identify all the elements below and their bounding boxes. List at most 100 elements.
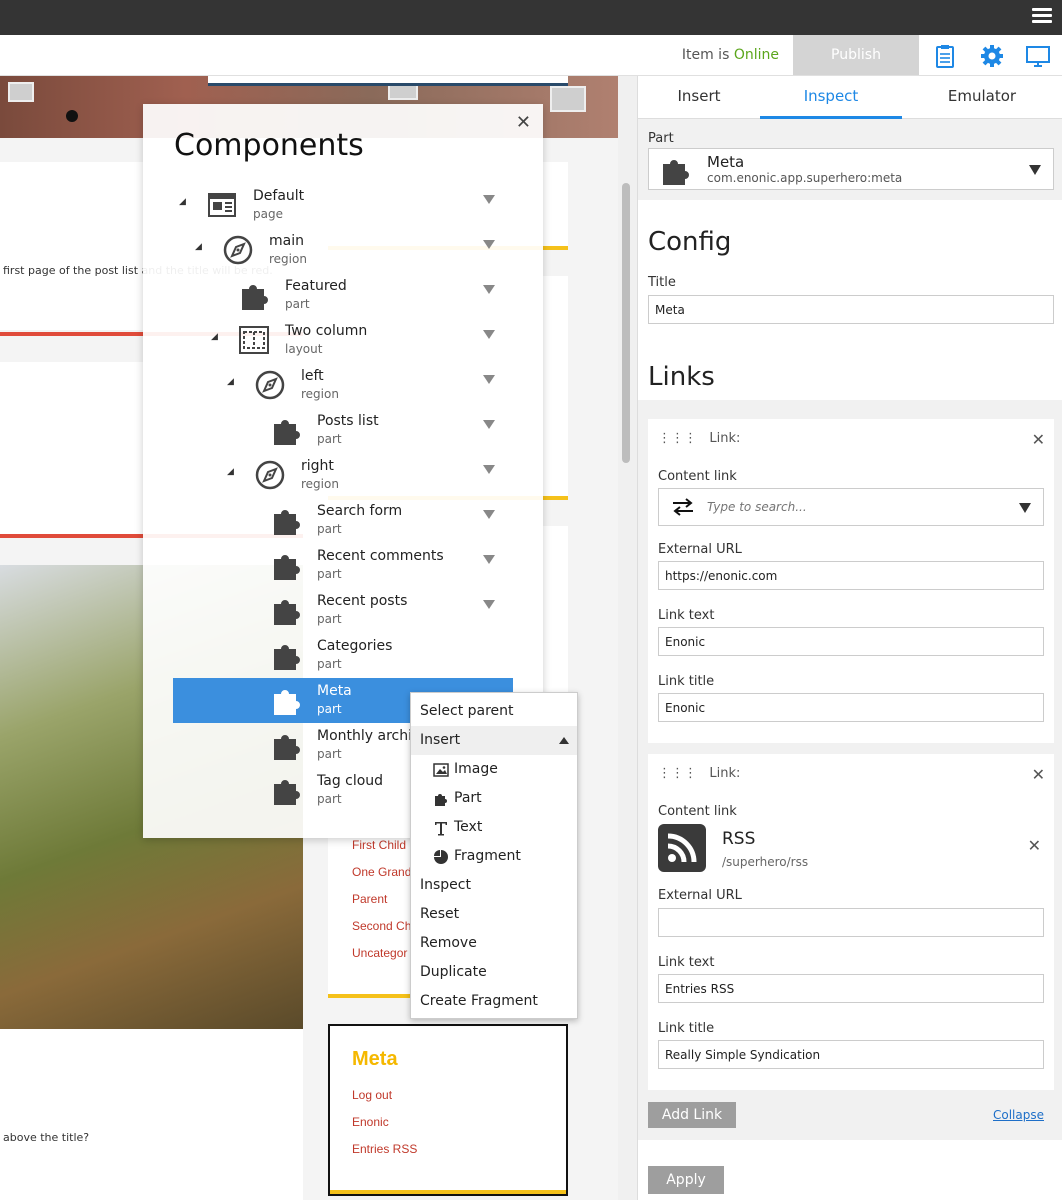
node-type: page	[253, 207, 283, 221]
context-menu-item-select-parent[interactable]: Select parent	[411, 697, 577, 726]
tree-node-main[interactable]: ◢ main region	[173, 228, 513, 273]
category-link[interactable]: One Grand	[352, 865, 411, 879]
meta-widget-title: Meta	[352, 1048, 398, 1070]
puzzle-icon	[274, 645, 300, 670]
drag-handle-icon[interactable]: ⋮⋮⋮	[658, 431, 697, 446]
title-input[interactable]	[648, 295, 1054, 324]
link-card-header[interactable]: ⋮⋮⋮ Link:	[658, 431, 740, 446]
tree-node-featured[interactable]: Featured part	[173, 273, 513, 318]
context-menu-item-create-fragment[interactable]: Create Fragment	[411, 987, 577, 1016]
context-menu-label: Select parent	[420, 703, 514, 719]
node-menu-caret-icon[interactable]	[483, 330, 495, 339]
tab-emulator[interactable]: Emulator	[902, 76, 1062, 119]
node-menu-caret-icon[interactable]	[483, 465, 495, 474]
gear-icon[interactable]	[980, 44, 1004, 68]
meta-link-entries-rss[interactable]: Entries RSS	[352, 1142, 417, 1156]
preview-scrollbar-thumb[interactable]	[622, 183, 630, 463]
node-menu-caret-icon[interactable]	[483, 555, 495, 564]
meta-link-logout[interactable]: Log out	[352, 1088, 392, 1102]
expand-toggle-icon[interactable]: ◢	[227, 467, 234, 477]
category-link[interactable]: Uncategor	[352, 946, 407, 960]
category-link[interactable]: First Child	[352, 838, 406, 852]
node-menu-caret-icon[interactable]	[483, 240, 495, 249]
tree-node-two-column[interactable]: ◢ Two column layout	[173, 318, 513, 363]
rss-icon	[658, 824, 706, 872]
drag-handle-icon[interactable]: ⋮⋮⋮	[658, 766, 697, 781]
clipboard-icon[interactable]	[933, 44, 957, 68]
expand-toggle-icon[interactable]: ◢	[179, 197, 186, 207]
page-layout-icon	[208, 193, 236, 217]
tree-node-recent-posts[interactable]: Recent posts part	[173, 588, 513, 633]
tree-node-posts-list[interactable]: Posts list part	[173, 408, 513, 453]
context-menu-item-part[interactable]: Part	[411, 784, 577, 813]
context-menu-item-fragment[interactable]: Fragment	[411, 842, 577, 871]
link-text-input[interactable]	[658, 627, 1044, 656]
expand-toggle-icon[interactable]: ◢	[195, 242, 202, 252]
category-link[interactable]: Second Ch	[352, 919, 411, 933]
close-icon[interactable]: ✕	[1032, 430, 1045, 449]
puzzle-icon	[435, 794, 447, 806]
category-link[interactable]: Parent	[352, 892, 387, 906]
link-title-input[interactable]	[658, 693, 1044, 722]
add-link-button[interactable]: Add Link	[648, 1102, 736, 1128]
link-title-input[interactable]	[658, 1040, 1044, 1069]
publish-button[interactable]: Publish	[793, 35, 919, 75]
link-header-label: Link:	[709, 431, 741, 446]
node-name: Meta	[317, 683, 352, 699]
meta-link-enonic[interactable]: Enonic	[352, 1115, 389, 1129]
hamburger-menu-icon[interactable]	[1032, 8, 1052, 24]
slider-dot[interactable]	[66, 110, 78, 122]
context-menu: Select parent Insert Image Part Text Fragment…	[410, 692, 578, 1019]
meta-widget[interactable]: Meta Log out Enonic Entries RSS	[328, 1024, 568, 1196]
collapse-link[interactable]: Collapse	[993, 1108, 1044, 1122]
close-icon[interactable]: ✕	[516, 112, 531, 133]
node-type: part	[317, 702, 342, 716]
context-menu-label: Inspect	[420, 877, 471, 893]
link-card-header[interactable]: ⋮⋮⋮ Link:	[658, 766, 740, 781]
node-menu-caret-icon[interactable]	[483, 420, 495, 429]
link-text-input[interactable]	[658, 974, 1044, 1003]
status-prefix: Item is	[681, 47, 730, 63]
part-name: Meta	[707, 153, 745, 171]
tree-node-default[interactable]: ◢ Default page	[173, 183, 513, 228]
tab-insert[interactable]: Insert	[638, 76, 760, 119]
node-menu-caret-icon[interactable]	[483, 285, 495, 294]
context-menu-item-image[interactable]: Image	[411, 755, 577, 784]
context-menu-item-insert[interactable]: Insert	[411, 726, 577, 755]
node-menu-caret-icon[interactable]	[483, 600, 495, 609]
context-menu-item-remove[interactable]: Remove	[411, 929, 577, 958]
content-link-combobox[interactable]	[658, 488, 1044, 526]
remove-selection-icon[interactable]: ✕	[1028, 836, 1041, 855]
chevron-down-icon[interactable]	[1029, 165, 1041, 175]
external-url-input[interactable]	[658, 561, 1044, 590]
context-menu-item-reset[interactable]: Reset	[411, 900, 577, 929]
node-name: Search form	[317, 503, 403, 519]
tree-node-recent-comments[interactable]: Recent comments part	[173, 543, 513, 588]
context-menu-item-text[interactable]: Text	[411, 813, 577, 842]
tree-node-search-form[interactable]: Search form part	[173, 498, 513, 543]
header-bar	[208, 76, 568, 86]
tree-node-right[interactable]: ◢ right region	[173, 453, 513, 498]
link-text-label: Link text	[658, 608, 715, 623]
puzzle-icon	[274, 420, 300, 445]
tree-node-left[interactable]: ◢ left region	[173, 363, 513, 408]
node-menu-caret-icon[interactable]	[483, 375, 495, 384]
monitor-icon[interactable]	[1026, 44, 1050, 68]
context-menu-label: Image	[454, 761, 498, 777]
link-card-2: ⋮⋮⋮ Link: ✕ Content link RSS /superhero/…	[648, 754, 1054, 1090]
node-menu-caret-icon[interactable]	[483, 510, 495, 519]
content-link-search-input[interactable]	[707, 497, 987, 517]
chevron-down-icon[interactable]	[1019, 503, 1031, 513]
building-window	[550, 86, 586, 112]
tree-node-categories[interactable]: Categories part	[173, 633, 513, 678]
tab-inspect[interactable]: Inspect	[760, 76, 902, 119]
close-icon[interactable]: ✕	[1032, 765, 1045, 784]
apply-button[interactable]: Apply	[648, 1166, 724, 1194]
part-selector[interactable]: Meta com.enonic.app.superhero:meta	[648, 148, 1054, 190]
expand-toggle-icon[interactable]: ◢	[211, 332, 218, 342]
context-menu-item-duplicate[interactable]: Duplicate	[411, 958, 577, 987]
node-menu-caret-icon[interactable]	[483, 195, 495, 204]
context-menu-item-inspect[interactable]: Inspect	[411, 871, 577, 900]
expand-toggle-icon[interactable]: ◢	[227, 377, 234, 387]
external-url-input[interactable]	[658, 908, 1044, 937]
